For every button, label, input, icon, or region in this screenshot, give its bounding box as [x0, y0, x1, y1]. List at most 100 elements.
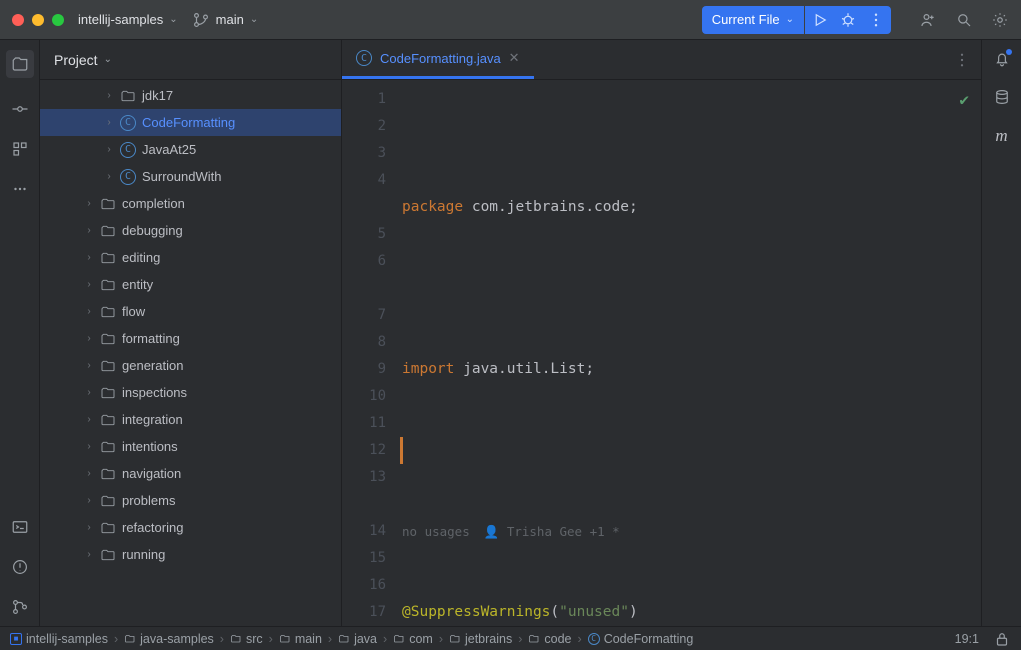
gutter-line[interactable]: 6 [342, 248, 386, 275]
expander-icon[interactable]: › [84, 306, 94, 317]
tab-codeformatting[interactable]: C CodeFormatting.java ✕ [342, 40, 534, 79]
expander-icon[interactable]: › [84, 198, 94, 209]
run-config-dropdown[interactable]: Current File ⌄ [702, 6, 804, 34]
breadcrumb-jetbrains[interactable]: jetbrains [449, 632, 512, 646]
author-hint[interactable]: Trisha Gee +1 * [507, 524, 620, 539]
expander-icon[interactable]: › [84, 225, 94, 236]
breadcrumbs[interactable]: ■intellij-samples›java-samples›src›main›… [10, 632, 693, 646]
analysis-ok-icon[interactable]: ✔ [959, 86, 969, 113]
expander-icon[interactable]: › [104, 144, 114, 155]
gutter-line[interactable] [342, 491, 386, 518]
tree-item-refactoring[interactable]: ›refactoring [40, 514, 341, 541]
gutter-line[interactable]: 9 [342, 356, 386, 383]
minimize-window-icon[interactable] [32, 14, 44, 26]
expander-icon[interactable]: › [104, 117, 114, 128]
breadcrumb-CodeFormatting[interactable]: CCodeFormatting [588, 632, 694, 646]
expander-icon[interactable]: › [84, 387, 94, 398]
maven-tool-icon[interactable]: m [995, 126, 1007, 146]
tree-item-integration[interactable]: ›integration [40, 406, 341, 433]
structure-tool-icon[interactable] [11, 140, 29, 158]
expander-icon[interactable]: › [104, 171, 114, 182]
expander-icon[interactable]: › [84, 252, 94, 263]
project-tree[interactable]: ›jdk17›CCodeFormatting›CJavaAt25›CSurrou… [40, 80, 341, 626]
breadcrumb-com[interactable]: com [393, 632, 433, 646]
expander-icon[interactable]: › [84, 441, 94, 452]
project-panel-header[interactable]: Project ⌄ [40, 40, 341, 80]
tree-item-problems[interactable]: ›problems [40, 487, 341, 514]
commit-tool-icon[interactable] [11, 100, 29, 118]
gutter-line[interactable]: 7 [342, 302, 386, 329]
gutter-line[interactable]: 15 [342, 545, 386, 572]
tree-item-surroundwith[interactable]: ›CSurroundWith [40, 163, 341, 190]
gutter-line[interactable]: 1 [342, 86, 386, 113]
breadcrumb-intellij-samples[interactable]: ■intellij-samples [10, 632, 108, 646]
project-tool-icon[interactable] [6, 50, 34, 78]
tree-item-generation[interactable]: ›generation [40, 352, 341, 379]
close-tab-icon[interactable]: ✕ [509, 50, 520, 66]
expander-icon[interactable]: › [84, 414, 94, 425]
usage-hint[interactable]: no usages [402, 518, 470, 545]
breadcrumb-code[interactable]: code [528, 632, 571, 646]
branch-dropdown[interactable]: main ⌄ [192, 11, 259, 29]
expander-icon[interactable]: › [84, 360, 94, 371]
maximize-window-icon[interactable] [52, 14, 64, 26]
close-window-icon[interactable] [12, 14, 24, 26]
gutter-line[interactable]: 3 [342, 140, 386, 167]
gutter-line[interactable]: 11 [342, 410, 386, 437]
search-icon[interactable] [955, 11, 973, 29]
gutter[interactable]: 1234567891011121314151617 [342, 80, 400, 626]
breadcrumb-main[interactable]: main [279, 632, 322, 646]
expander-icon[interactable]: › [84, 495, 94, 506]
tree-item-inspections[interactable]: ›inspections [40, 379, 341, 406]
more-actions-icon[interactable] [867, 11, 885, 29]
code-editor[interactable]: ✔ package com.jetbrains.code; import jav… [400, 80, 981, 626]
tree-item-editing[interactable]: ›editing [40, 244, 341, 271]
gutter-line[interactable]: 5 [342, 221, 386, 248]
tree-item-completion[interactable]: ›completion [40, 190, 341, 217]
gutter-line[interactable] [342, 194, 386, 221]
tree-item-intentions[interactable]: ›intentions [40, 433, 341, 460]
gutter-line[interactable]: 17 [342, 599, 386, 626]
gutter-line[interactable]: 16 [342, 572, 386, 599]
breadcrumb-java-samples[interactable]: java-samples [124, 632, 214, 646]
tree-item-codeformatting[interactable]: ›CCodeFormatting [40, 109, 341, 136]
breadcrumb-java[interactable]: java [338, 632, 377, 646]
database-tool-icon[interactable] [993, 88, 1011, 106]
expander-icon[interactable]: › [104, 90, 114, 101]
vcs-tool-icon[interactable] [11, 598, 29, 616]
tree-item-javaat25[interactable]: ›CJavaAt25 [40, 136, 341, 163]
gear-icon[interactable] [991, 11, 1009, 29]
breadcrumb-src[interactable]: src [230, 632, 263, 646]
expander-icon[interactable]: › [84, 549, 94, 560]
debug-icon[interactable] [839, 11, 857, 29]
gutter-line[interactable]: 14 [342, 518, 386, 545]
gutter-line[interactable]: 13 [342, 464, 386, 491]
expander-icon[interactable]: › [84, 279, 94, 290]
tree-item-formatting[interactable]: ›formatting [40, 325, 341, 352]
tree-item-running[interactable]: ›running [40, 541, 341, 568]
notifications-icon[interactable] [993, 50, 1011, 68]
run-icon[interactable] [811, 11, 829, 29]
expander-icon[interactable]: › [84, 333, 94, 344]
tab-more-icon[interactable] [953, 51, 971, 69]
terminal-tool-icon[interactable] [11, 518, 29, 536]
more-tools-icon[interactable] [11, 180, 29, 198]
tree-item-debugging[interactable]: ›debugging [40, 217, 341, 244]
gutter-line[interactable]: 10 [342, 383, 386, 410]
gutter-line[interactable]: 2 [342, 113, 386, 140]
code-with-me-icon[interactable] [919, 11, 937, 29]
tree-item-jdk17[interactable]: ›jdk17 [40, 82, 341, 109]
problems-tool-icon[interactable] [11, 558, 29, 576]
caret-position[interactable]: 19:1 [955, 632, 979, 646]
gutter-line[interactable]: 12 [342, 437, 386, 464]
project-dropdown[interactable]: intellij-samples ⌄ [78, 12, 178, 27]
tree-item-navigation[interactable]: ›navigation [40, 460, 341, 487]
gutter-line[interactable]: 8 [342, 329, 386, 356]
expander-icon[interactable]: › [84, 522, 94, 533]
tree-item-entity[interactable]: ›entity [40, 271, 341, 298]
tree-item-flow[interactable]: ›flow [40, 298, 341, 325]
lock-icon[interactable] [993, 630, 1011, 648]
gutter-line[interactable] [342, 275, 386, 302]
gutter-line[interactable]: 4 [342, 167, 386, 194]
traffic-lights[interactable] [12, 14, 64, 26]
